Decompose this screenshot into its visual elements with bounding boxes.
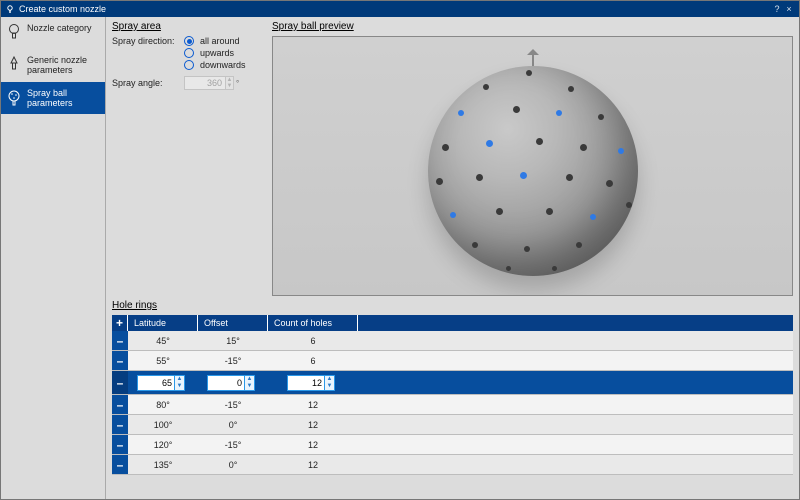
table-row[interactable]: – ▲▼ ▲▼ ▲▼ [112, 371, 793, 395]
radio-all-around[interactable] [184, 36, 194, 46]
radio-downwards[interactable] [184, 60, 194, 70]
count-input[interactable] [287, 375, 325, 391]
cell-offset[interactable]: -15° [198, 440, 268, 450]
cell-offset[interactable]: -15° [198, 356, 268, 366]
remove-ring-button[interactable]: – [112, 351, 128, 370]
table-row[interactable]: –80°-15°12 [112, 395, 793, 415]
remove-ring-button[interactable]: – [112, 395, 128, 414]
spray-area-panel: Spray area Spray direction: all around u… [112, 21, 264, 296]
remove-ring-button[interactable]: – [112, 435, 128, 454]
cell-offset[interactable]: -15° [198, 400, 268, 410]
header-count[interactable]: Count of holes [268, 315, 358, 331]
offset-spinner[interactable]: ▲▼ [245, 375, 255, 391]
hole-rings-grid: + Latitude Offset Count of holes –45°15°… [112, 315, 793, 475]
spray-area-title: Spray area [112, 21, 264, 32]
spray-angle-input[interactable] [184, 76, 226, 90]
grid-header: + Latitude Offset Count of holes [112, 315, 793, 331]
help-button[interactable]: ? [771, 4, 783, 14]
cell-edit-count: ▲▼ [287, 375, 335, 391]
window-title: Create custom nozzle [19, 4, 106, 14]
latitude-spinner[interactable]: ▲▼ [175, 375, 185, 391]
spray-direction-label: Spray direction: [112, 36, 178, 46]
cell-latitude[interactable]: 80° [128, 400, 198, 410]
sidebar-item-label: Spray ball parameters [27, 88, 99, 109]
remove-ring-button[interactable]: – [112, 371, 128, 394]
cell-count[interactable]: 6 [268, 356, 358, 366]
hole-rings-title: Hole rings [112, 300, 793, 311]
sidebar-item-spray-ball-params[interactable]: Spray ball parameters [1, 82, 105, 115]
titlebar: Create custom nozzle ? × [1, 1, 799, 17]
spray-angle-label: Spray angle: [112, 78, 178, 88]
degree-symbol: ° [236, 79, 239, 88]
cell-latitude[interactable]: 135° [128, 460, 198, 470]
cell-offset[interactable]: 0° [198, 420, 268, 430]
table-row[interactable]: –100°0°12 [112, 415, 793, 435]
radio-label: all around [200, 36, 240, 46]
app-icon [5, 4, 15, 14]
header-latitude[interactable]: Latitude [128, 315, 198, 331]
latitude-input[interactable] [137, 375, 175, 391]
count-spinner[interactable]: ▲▼ [325, 375, 335, 391]
cell-count[interactable]: 12 [268, 420, 358, 430]
table-row[interactable]: –55°-15°6 [112, 351, 793, 371]
cell-edit-offset: ▲▼ [207, 375, 255, 391]
cell-latitude[interactable]: 120° [128, 440, 198, 450]
spray-angle-spinner[interactable]: ▲▼ [226, 76, 234, 90]
remove-ring-button[interactable]: – [112, 331, 128, 350]
spray-ball-preview[interactable] [272, 36, 793, 296]
sidebar: Nozzle category Generic nozzle parameter… [1, 17, 106, 499]
table-row[interactable]: –45°15°6 [112, 331, 793, 351]
cell-offset[interactable]: 0° [198, 460, 268, 470]
generic-nozzle-icon [7, 55, 21, 75]
cell-count[interactable]: 12 [268, 400, 358, 410]
cell-count[interactable]: 12 [268, 440, 358, 450]
radio-label: downwards [200, 60, 246, 70]
cell-latitude[interactable]: 100° [128, 420, 198, 430]
sidebar-item-generic-params[interactable]: Generic nozzle parameters [1, 49, 105, 82]
sidebar-item-label: Generic nozzle parameters [27, 55, 99, 76]
sidebar-item-label: Nozzle category [27, 23, 92, 33]
cell-latitude[interactable]: 55° [128, 356, 198, 366]
spray-ball-icon [7, 88, 21, 108]
header-offset[interactable]: Offset [198, 315, 268, 331]
sidebar-item-nozzle-category[interactable]: Nozzle category [1, 17, 105, 49]
table-row[interactable]: –135°0°12 [112, 455, 793, 475]
offset-input[interactable] [207, 375, 245, 391]
cell-offset[interactable]: 15° [198, 336, 268, 346]
table-row[interactable]: –120°-15°12 [112, 435, 793, 455]
radio-label: upwards [200, 48, 234, 58]
nozzle-icon [7, 23, 21, 43]
spray-ball-sphere [428, 66, 638, 276]
add-ring-button[interactable]: + [112, 315, 128, 331]
remove-ring-button[interactable]: – [112, 415, 128, 434]
preview-title: Spray ball preview [272, 21, 793, 32]
cell-count[interactable]: 12 [268, 460, 358, 470]
close-button[interactable]: × [783, 4, 795, 14]
cell-edit-latitude: ▲▼ [137, 375, 185, 391]
radio-upwards[interactable] [184, 48, 194, 58]
remove-ring-button[interactable]: – [112, 455, 128, 474]
cell-latitude[interactable]: 45° [128, 336, 198, 346]
cell-count[interactable]: 6 [268, 336, 358, 346]
